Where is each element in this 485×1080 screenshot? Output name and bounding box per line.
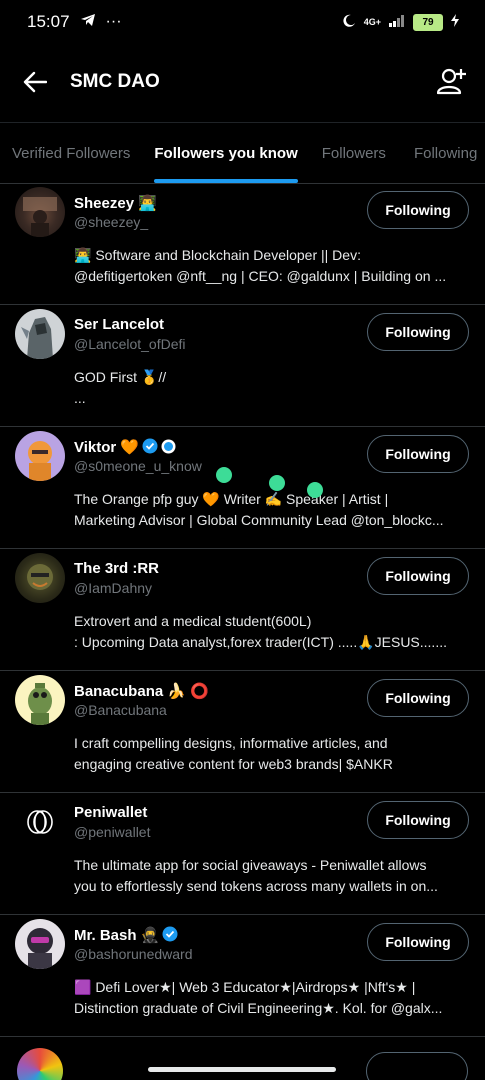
user-bio: The ultimate app for social giveaways - … — [74, 855, 469, 897]
user-name: Sheezey 👨‍💻 — [74, 195, 157, 212]
following-button[interactable] — [366, 1052, 468, 1080]
user-bio: GOD First 🥇// ... — [74, 367, 469, 409]
bio-line: GOD First 🥇// — [74, 369, 167, 385]
user-name: Mr. Bash 🥷 — [74, 926, 178, 946]
page-title: SMC DAO — [70, 71, 160, 92]
user-handle: @bashorunedward — [74, 946, 193, 962]
user-bio: The Orange pfp guy 🧡 Writer ✍️ Speaker |… — [74, 489, 469, 531]
list-item[interactable]: Sheezey 👨‍💻 @sheezey_ Following 👨‍💻 Soft… — [0, 183, 485, 305]
avatar[interactable] — [15, 309, 65, 359]
status-time: 15:07 — [27, 12, 70, 31]
list-item[interactable]: The 3rd :RR @IamDahny Following Extrover… — [0, 549, 485, 671]
following-button[interactable]: Following — [367, 313, 469, 351]
avatar[interactable] — [15, 675, 65, 725]
user-bio: Extrovert and a medical student(600L) : … — [74, 611, 469, 653]
following-button[interactable]: Following — [367, 191, 469, 229]
avatar[interactable] — [15, 187, 65, 237]
network-label: 4G+ — [363, 17, 381, 27]
following-button[interactable]: Following — [367, 557, 469, 595]
bio-line: 🟪 Defi Lover★| Web 3 Educator★|Airdrops★… — [74, 979, 416, 995]
add-user-button[interactable] — [436, 67, 467, 100]
back-button[interactable] — [20, 67, 50, 97]
bio-line: ... — [74, 390, 86, 406]
overlay-dot — [216, 467, 232, 483]
status-bar: 15:07 ··· 4G+ 79 — [0, 0, 485, 44]
list-item[interactable]: Mr. Bash 🥷 @bashorunedward Following 🟪 D… — [0, 915, 485, 1037]
charging-icon — [451, 14, 459, 30]
user-bio: 👨‍💻 Software and Blockchain Developer ||… — [74, 245, 469, 287]
user-handle: @peniwallet — [74, 824, 151, 840]
bio-line: The ultimate app for social giveaways - … — [74, 857, 427, 873]
list-item[interactable]: Viktor 🧡 @s0meone_u_know Following The O… — [0, 427, 485, 549]
bio-line: @defitigertoken @nft__ng | CEO: @galdunx… — [74, 268, 447, 284]
list-item[interactable]: Banacubana 🍌 ⭕ @Banacubana Following I c… — [0, 671, 485, 793]
bio-line: engaging creative content for web3 brand… — [74, 756, 393, 772]
user-name-text: Viktor 🧡 — [74, 439, 140, 456]
avatar[interactable] — [15, 431, 65, 481]
following-button[interactable]: Following — [367, 923, 469, 961]
verified-badge-icon — [142, 438, 158, 458]
user-handle: @Banacubana — [74, 702, 167, 718]
avatar — [17, 1048, 63, 1080]
bio-line: : Upcoming Data analyst,forex trader(ICT… — [74, 634, 447, 650]
followers-list: Sheezey 👨‍💻 @sheezey_ Following 👨‍💻 Soft… — [0, 183, 485, 1037]
user-name: Banacubana 🍌 ⭕ — [74, 683, 209, 700]
bio-line: The Orange pfp guy 🧡 Writer ✍️ Speaker |… — [74, 491, 389, 507]
app-header: SMC DAO — [0, 50, 485, 114]
bio-line: Extrovert and a medical student(600L) — [74, 613, 312, 629]
following-button[interactable]: Following — [367, 679, 469, 717]
user-handle: @s0meone_u_know — [74, 458, 202, 474]
avatar[interactable] — [15, 797, 65, 847]
tab-verified-followers[interactable]: Verified Followers — [12, 123, 130, 183]
list-item[interactable]: Peniwallet @peniwallet Following The ult… — [0, 793, 485, 915]
more-notifications-icon: ··· — [105, 13, 122, 30]
user-name: The 3rd :RR — [74, 560, 160, 577]
following-button[interactable]: Following — [367, 435, 469, 473]
user-handle: @sheezey_ — [74, 214, 149, 230]
bio-line: I craft compelling designs, informative … — [74, 735, 388, 751]
user-bio: 🟪 Defi Lover★| Web 3 Educator★|Airdrops★… — [74, 977, 469, 1019]
user-handle: @IamDahny — [74, 580, 153, 596]
user-bio: I craft compelling designs, informative … — [74, 733, 469, 775]
user-name: Ser Lancelot — [74, 316, 165, 333]
list-item[interactable]: Ser Lancelot @Lancelot_ofDefi Following … — [0, 305, 485, 427]
following-button[interactable]: Following — [367, 801, 469, 839]
avatar[interactable] — [15, 553, 65, 603]
arrow-left-icon — [23, 71, 47, 93]
overlay-dot — [269, 475, 285, 491]
moon-icon — [342, 14, 356, 31]
user-name-text: Mr. Bash 🥷 — [74, 927, 160, 944]
add-user-icon — [436, 68, 466, 95]
bio-line: Marketing Advisor | Global Community Lea… — [74, 512, 444, 528]
tab-followers[interactable]: Followers — [322, 123, 386, 183]
partial-list-item — [0, 1048, 485, 1080]
telegram-icon — [80, 12, 96, 32]
user-name: Viktor 🧡 — [74, 438, 176, 458]
tab-following[interactable]: Following — [414, 123, 477, 183]
overlay-dot — [307, 482, 323, 498]
bio-line: 👨‍💻 Software and Blockchain Developer ||… — [74, 247, 361, 263]
tab-bar: Verified Followers Followers you know Fo… — [0, 122, 485, 184]
tab-followers-you-know[interactable]: Followers you know — [154, 123, 299, 183]
verified-badge-icon — [162, 926, 178, 946]
bio-line: you to effortlessly send tokens across m… — [74, 878, 438, 894]
affiliate-badge-icon — [161, 439, 176, 458]
battery-level: 79 — [422, 16, 434, 28]
user-handle: @Lancelot_ofDefi — [74, 336, 186, 352]
user-name: Peniwallet — [74, 804, 148, 821]
home-indicator[interactable] — [148, 1067, 336, 1072]
battery-icon: 79 — [413, 13, 443, 31]
signal-icon — [389, 14, 405, 30]
bio-line: Distinction graduate of Civil Engineerin… — [74, 1000, 443, 1016]
avatar[interactable] — [15, 919, 65, 969]
